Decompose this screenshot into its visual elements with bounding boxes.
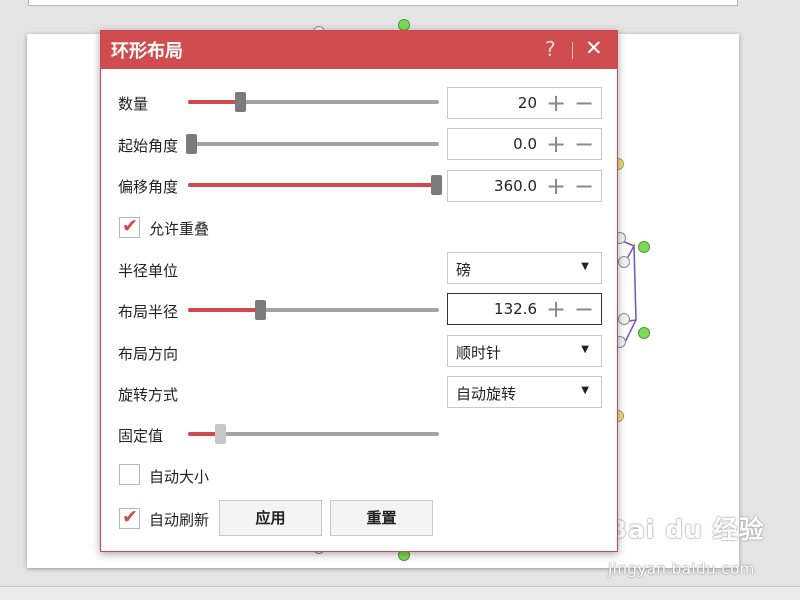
slider-thumb[interactable] [255, 300, 266, 320]
watermark-url: jingyan.baidu.com [608, 560, 755, 578]
layout-radius-label: 布局半径 [118, 303, 179, 321]
layout-radius-spinbox[interactable]: 132.6 + − [447, 293, 602, 325]
slider-fill [188, 100, 240, 104]
slider-track [188, 142, 439, 146]
start-angle-slider[interactable] [186, 134, 439, 154]
radius-unit-value: 磅 [456, 261, 472, 279]
start-angle-label: 起始角度 [118, 137, 179, 155]
decrement-icon[interactable]: − [574, 89, 594, 117]
auto-size-label[interactable]: 自动大小 [149, 466, 209, 487]
slider-fill [188, 308, 260, 312]
titlebar-divider [572, 42, 573, 59]
check-icon: ✔ [122, 506, 138, 528]
rotation-mode-select[interactable]: 自动旋转 ▼ [447, 376, 602, 408]
start-angle-value[interactable]: 0.0 [513, 135, 537, 153]
dropdown-arrow-icon[interactable]: ▼ [581, 261, 589, 272]
rotation-mode-value: 自动旋转 [456, 385, 517, 403]
layout-direction-select[interactable]: 顺时针 ▼ [447, 335, 602, 367]
decrement-icon[interactable]: − [574, 172, 594, 200]
close-icon[interactable]: ✕ [585, 36, 603, 60]
offset-angle-label: 偏移角度 [118, 178, 179, 196]
shape-node[interactable] [638, 327, 650, 339]
app-top-strip [28, 0, 738, 6]
auto-refresh-label[interactable]: 自动刷新 [149, 509, 209, 530]
allow-overlap-checkbox[interactable]: ✔ [119, 215, 140, 238]
dropdown-arrow-icon[interactable]: ▼ [581, 385, 589, 396]
slider-fill [188, 183, 436, 187]
watermark-logo: Bai du 经验 [608, 515, 765, 544]
reset-button[interactable]: 重置 [330, 500, 433, 536]
shape-node[interactable] [618, 313, 630, 325]
slider-thumb[interactable] [215, 424, 226, 444]
fixed-value-slider[interactable] [188, 424, 439, 444]
app-status-strip [0, 586, 800, 600]
apply-button[interactable]: 应用 [219, 500, 322, 536]
layout-radius-value[interactable]: 132.6 [494, 300, 537, 318]
decrement-icon[interactable]: − [574, 295, 594, 323]
help-icon[interactable]: ? [545, 37, 556, 61]
shape-node[interactable] [618, 256, 630, 268]
check-icon: ✔ [122, 215, 138, 237]
shape-node[interactable] [638, 241, 650, 253]
rotation-mode-label: 旋转方式 [118, 386, 179, 404]
offset-angle-slider[interactable] [188, 175, 442, 195]
increment-icon[interactable]: + [546, 295, 566, 323]
slider-thumb[interactable] [431, 175, 442, 195]
dropdown-arrow-icon[interactable]: ▼ [581, 344, 589, 355]
offset-angle-value[interactable]: 360.0 [494, 177, 537, 195]
layout-direction-value: 顺时针 [456, 344, 502, 362]
start-angle-spinbox[interactable]: 0.0 + − [447, 128, 602, 160]
count-slider[interactable] [188, 92, 439, 112]
layout-radius-slider[interactable] [188, 300, 439, 320]
auto-refresh-checkbox[interactable]: ✔ [119, 506, 140, 529]
offset-angle-spinbox[interactable]: 360.0 + − [447, 170, 602, 202]
dialog-title: 环形布局 [111, 41, 183, 62]
layout-direction-label: 布局方向 [118, 345, 179, 363]
increment-icon[interactable]: + [546, 89, 566, 117]
auto-size-checkbox[interactable]: ✔ [119, 464, 140, 485]
count-value[interactable]: 20 [518, 94, 537, 112]
count-label: 数量 [118, 95, 149, 113]
allow-overlap-label[interactable]: 允许重叠 [149, 218, 209, 239]
baidu-jingyan-watermark: Bai du 经验 jingyan.baidu.com [608, 510, 765, 578]
decrement-icon[interactable]: − [574, 130, 594, 158]
radius-unit-label: 半径单位 [118, 262, 179, 280]
slider-thumb[interactable] [186, 134, 197, 154]
circular-layout-dialog: 环形布局 ? ✕ 数量 20 + − 起始角度 0.0 + − 偏移角度 360… [100, 30, 618, 552]
dialog-titlebar[interactable]: 环形布局 ? ✕ [101, 31, 617, 69]
increment-icon[interactable]: + [546, 130, 566, 158]
count-spinbox[interactable]: 20 + − [447, 87, 602, 119]
fixed-value-label: 固定值 [118, 427, 164, 445]
increment-icon[interactable]: + [546, 172, 566, 200]
slider-thumb[interactable] [235, 92, 246, 112]
radius-unit-select[interactable]: 磅 ▼ [447, 252, 602, 284]
